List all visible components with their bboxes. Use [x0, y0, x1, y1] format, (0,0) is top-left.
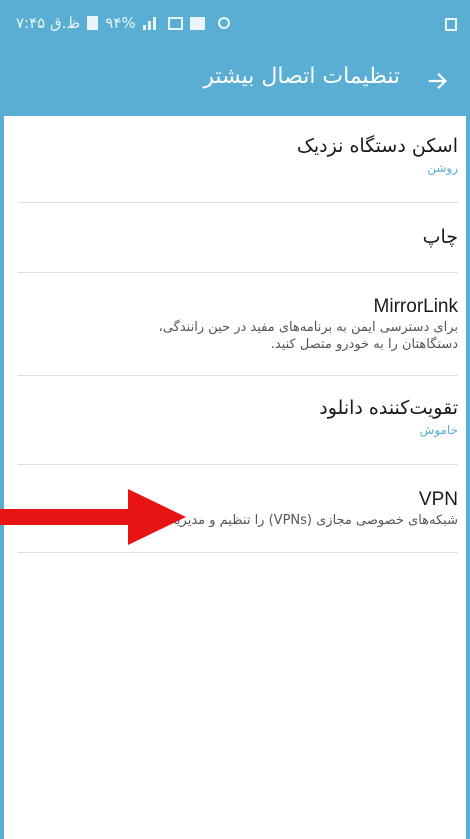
item-title: MirrorLink [373, 296, 458, 317]
back-button[interactable] [418, 61, 458, 101]
alarm-icon [217, 17, 230, 29]
item-description-line1: برای دسترسی ایمن به برنامه‌های مفید در ح… [158, 320, 458, 335]
document-icon [445, 18, 457, 31]
app-bar: تنظیمات اتصال بیشتر [0, 46, 470, 116]
item-title: چاپ [422, 226, 458, 248]
sim-icon [167, 16, 183, 30]
right-frame [466, 116, 470, 839]
annotation-arrow-icon [0, 489, 186, 545]
nearby-scan-item[interactable]: اسکن دستگاه نزدیک روشن [18, 116, 458, 203]
sim2-icon [189, 16, 205, 30]
status-left-group: ظ.ق ۷:۴۵ ۹۴% [16, 13, 230, 33]
item-description-line2: دستگاهتان را به خودرو متصل کنید. [270, 337, 458, 352]
signal-icon [142, 16, 161, 30]
item-title: اسکن دستگاه نزدیک [296, 135, 458, 157]
status-bar: ظ.ق ۷:۴۵ ۹۴% [0, 0, 470, 46]
arrow-right-icon [428, 73, 447, 89]
mirrorlink-item[interactable]: MirrorLink برای دسترسی ایمن به برنامه‌ها… [18, 273, 458, 376]
item-title: تقویت‌کننده دانلود [319, 397, 458, 419]
clock-label: ظ.ق ۷:۴۵ [16, 14, 81, 32]
item-status: خاموش [419, 423, 458, 437]
status-right-group [445, 16, 457, 35]
item-status: روشن [427, 161, 458, 175]
page-title: تنظیمات اتصال بیشتر [203, 64, 400, 89]
battery-icon [87, 16, 99, 30]
print-item[interactable]: چاپ [18, 203, 458, 273]
battery-percent: ۹۴% [105, 14, 136, 32]
left-frame [0, 116, 4, 839]
download-booster-item[interactable]: تقویت‌کننده دانلود خاموش [18, 376, 458, 465]
